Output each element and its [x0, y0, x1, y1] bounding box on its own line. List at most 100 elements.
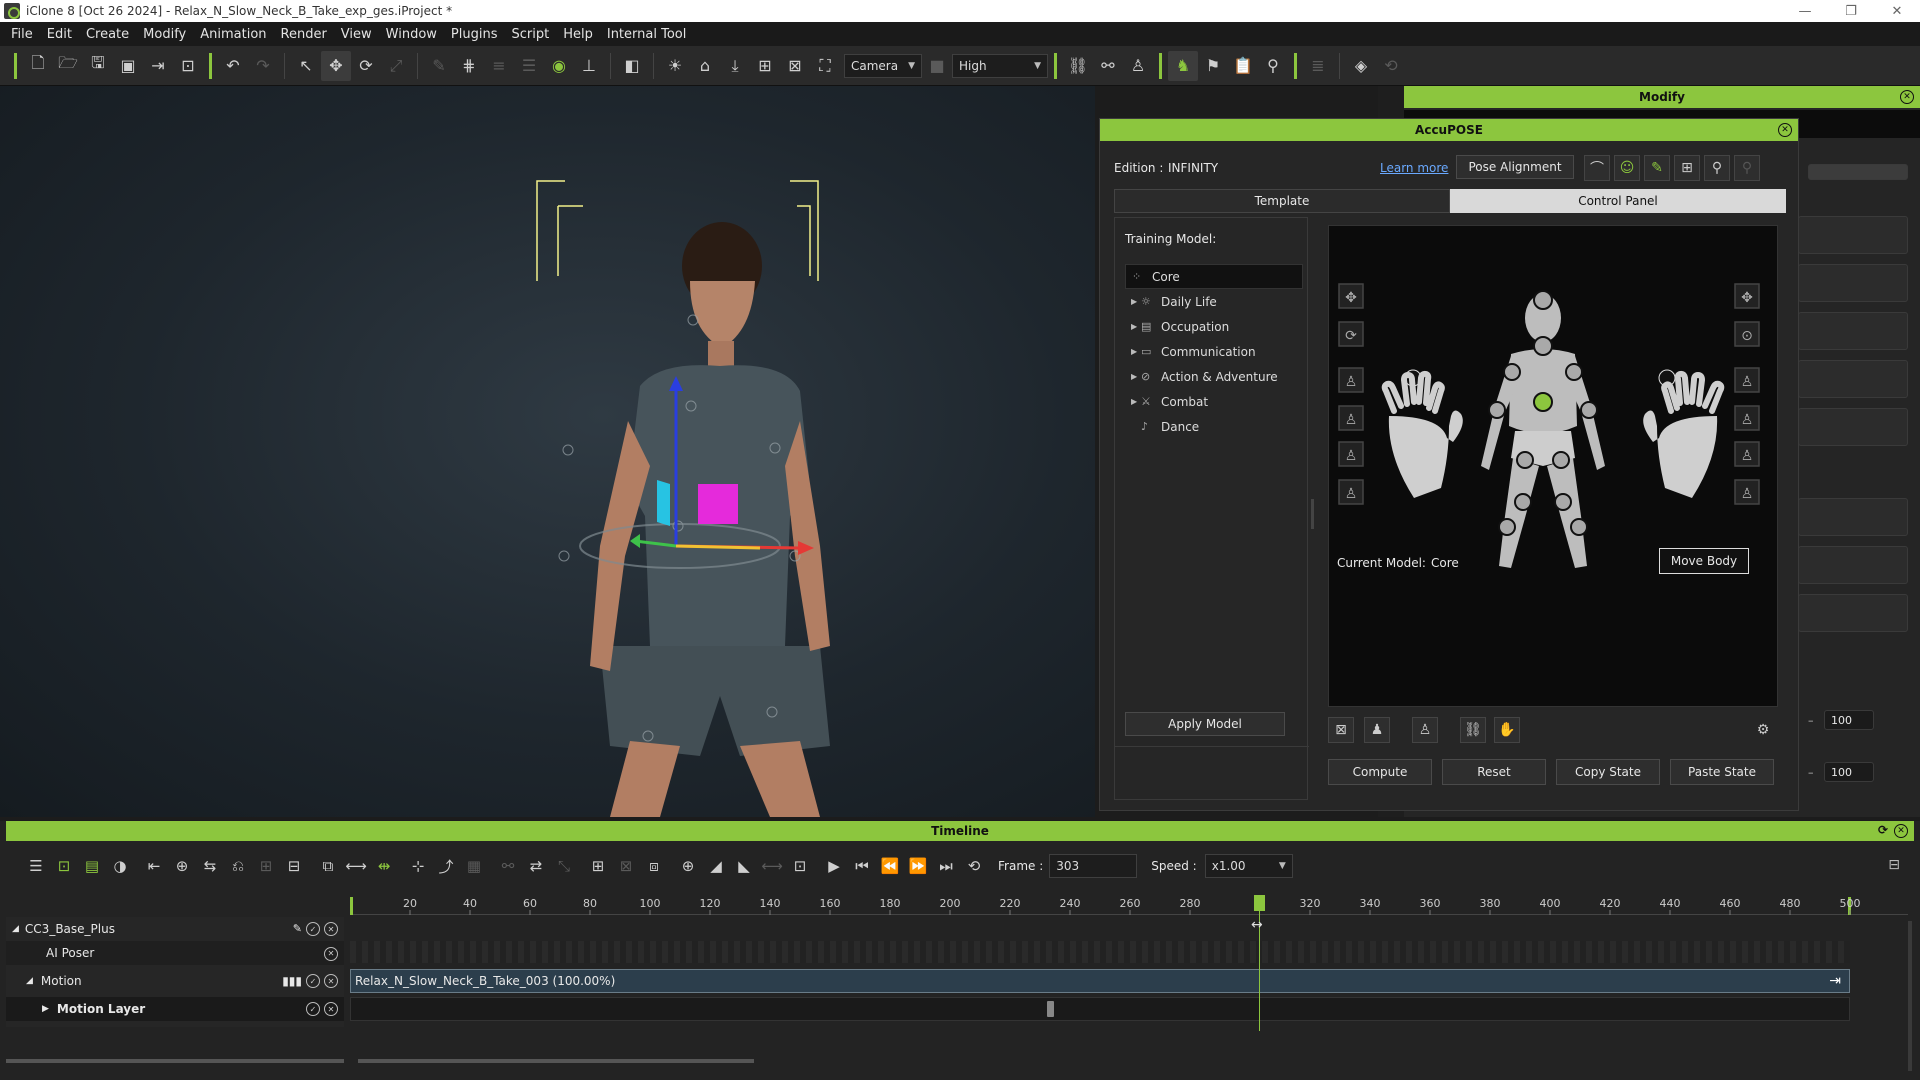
range-start-marker[interactable] — [350, 897, 353, 915]
puppet-icon[interactable]: ⚲ — [1258, 51, 1288, 81]
zoom-extent-icon[interactable]: ⛶ — [810, 51, 840, 81]
joint-left-elbow[interactable] — [1488, 401, 1506, 419]
menu-render[interactable]: Render — [274, 27, 334, 42]
menu-script[interactable]: Script — [505, 27, 557, 42]
modify-field[interactable] — [1798, 498, 1908, 536]
track-motion-layer[interactable]: ▶ Motion Layer ✓ ✕ — [6, 997, 344, 1021]
refresh-icon[interactable]: ⟲ — [1376, 51, 1406, 81]
open-folder-icon[interactable]: 🗁 — [53, 51, 83, 81]
key-options-icon[interactable]: ⎌ — [224, 851, 252, 881]
clip-resize-icon[interactable]: ⇥ — [1829, 973, 1841, 989]
pose-alignment-button[interactable]: Pose Alignment — [1456, 155, 1574, 179]
pin-figure-icon[interactable]: ♟ — [1364, 717, 1390, 743]
add-key-icon[interactable]: ⊕ — [168, 851, 196, 881]
spin-input-2[interactable]: 100 — [1824, 762, 1874, 782]
spin-input-1[interactable]: 100 — [1824, 710, 1874, 730]
clip-box-icon[interactable]: ⧉ — [314, 851, 342, 881]
close-icon[interactable]: ✕ — [1900, 90, 1914, 104]
eye-icon[interactable]: ◉ — [544, 51, 574, 81]
close-icon[interactable]: ✕ — [1894, 824, 1908, 838]
play-icon[interactable]: ▶ — [820, 851, 848, 881]
standing-figure-icon[interactable]: ♙ — [1412, 717, 1438, 743]
tree-item-action-adventure[interactable]: ▶ ⊘ Action & Adventure — [1125, 364, 1303, 389]
joint-left-knee[interactable] — [1514, 493, 1532, 511]
track-list-icon[interactable]: ☰ — [22, 851, 50, 881]
expand-arrow-icon[interactable]: ▶ — [1131, 347, 1141, 356]
timeline-ruler[interactable]: 20 40 60 80 100 120 140 160 180 200 220 240 260 280 32… — [350, 895, 1908, 915]
curve-editor-icon[interactable]: ⊹ — [404, 851, 432, 881]
joint-left-ankle[interactable] — [1498, 518, 1516, 536]
modify-field[interactable] — [1798, 360, 1908, 398]
menu-help[interactable]: Help — [556, 27, 600, 42]
clipboard-icon[interactable]: 📋 — [1228, 51, 1258, 81]
snap-icon[interactable]: ⋕ — [454, 51, 484, 81]
tree-item-communication[interactable]: ▶ ▭ Communication — [1125, 339, 1303, 364]
go-start-icon[interactable]: ⏮ — [848, 851, 876, 881]
clip-range-icon[interactable]: ⟷ — [342, 851, 370, 881]
expand-arrow-icon[interactable]: ▶ — [1131, 297, 1141, 306]
modify-field[interactable] — [1808, 164, 1908, 180]
hand-grab-icon[interactable]: ✋ — [1494, 717, 1520, 743]
maximize-button[interactable]: ❐ — [1828, 0, 1874, 22]
drop-to-floor-icon[interactable]: ⤓ — [720, 51, 750, 81]
rotate-icon[interactable]: ⟳ — [351, 51, 381, 81]
settings-gear-icon[interactable]: ⚙ — [1750, 717, 1776, 743]
pose-figure-icon[interactable]: ⚲ — [1704, 155, 1730, 181]
character-icon[interactable]: ♙ — [1123, 51, 1153, 81]
light-icon[interactable]: ☀ — [660, 51, 690, 81]
close-icon[interactable]: ✕ — [1778, 123, 1792, 137]
person-circle-icon[interactable]: ☺ — [1614, 155, 1640, 181]
ik-icon[interactable]: ⛓ — [1063, 51, 1093, 81]
joint-head[interactable] — [1533, 290, 1553, 310]
menu-file[interactable]: File — [4, 27, 40, 42]
joint-chest[interactable] — [1533, 336, 1553, 356]
modify-field[interactable] — [1798, 546, 1908, 584]
expand-arrow-icon[interactable]: ▶ — [1131, 372, 1141, 381]
track-object[interactable]: ◢ CC3_Base_Plus ✎ ✓ ✕ — [6, 917, 344, 941]
menu-view[interactable]: View — [334, 27, 379, 42]
frame-selected-icon[interactable]: ⊞ — [750, 51, 780, 81]
pen-icon[interactable]: ✎ — [1644, 155, 1670, 181]
pivot-icon[interactable]: ⊥ — [574, 51, 604, 81]
splitter-handle[interactable] — [1311, 499, 1314, 529]
right-hand-icon[interactable] — [1643, 370, 1725, 498]
curve-icon[interactable]: ⌒ — [1584, 155, 1610, 181]
reset-button[interactable]: Reset — [1442, 759, 1546, 785]
script-icon[interactable]: ≣ — [1303, 51, 1333, 81]
go-end-icon[interactable]: ⏭ — [932, 851, 960, 881]
minimize-button[interactable]: — — [1782, 0, 1828, 22]
check-icon[interactable]: ✓ — [306, 922, 320, 936]
symmetry-icon[interactable]: ⊠ — [1328, 717, 1354, 743]
copy-state-button[interactable]: Copy State — [1556, 759, 1660, 785]
delete-frame-icon[interactable]: ⊠ — [612, 851, 640, 881]
3d-viewport[interactable] — [0, 86, 1095, 817]
pose-figure-disabled-icon[interactable]: ⚲ — [1734, 155, 1760, 181]
joint-left-shoulder[interactable] — [1503, 363, 1521, 381]
joint-left-hip[interactable] — [1516, 451, 1534, 469]
tree-item-daily-life[interactable]: ▶ ☼ Daily Life — [1125, 289, 1303, 314]
close-icon[interactable]: ✕ — [324, 1002, 338, 1016]
clip-trim-icon[interactable]: ⇹ — [370, 851, 398, 881]
key-filter-icon[interactable]: ⊡ — [50, 851, 78, 881]
fit-disabled-icon[interactable]: ⟷ — [758, 851, 786, 881]
tab-control-panel[interactable]: Control Panel — [1450, 189, 1786, 213]
expand-arrow-icon[interactable]: ▶ — [42, 1004, 49, 1014]
next-frame-icon[interactable]: ⏩ — [904, 851, 932, 881]
close-button[interactable]: ✕ — [1874, 0, 1920, 22]
close-icon[interactable]: ✕ — [324, 922, 338, 936]
modify-field[interactable] — [1798, 216, 1908, 254]
undo-icon[interactable]: ↶ — [218, 51, 248, 81]
redo-icon[interactable]: ↷ — [248, 51, 278, 81]
playhead[interactable]: ↔ — [1251, 895, 1265, 1031]
layer-icon[interactable]: ▤ — [78, 851, 106, 881]
compute-button[interactable]: Compute — [1328, 759, 1432, 785]
modify-field[interactable] — [1798, 312, 1908, 350]
check-icon[interactable]: ✓ — [306, 1002, 320, 1016]
left-hand-icon[interactable] — [1381, 370, 1463, 498]
track-header-scrollbar[interactable] — [6, 1059, 344, 1063]
timeline-options-icon[interactable]: ⊟ — [1888, 857, 1900, 873]
link-icon[interactable]: ⛓ — [1460, 717, 1486, 743]
split-icon[interactable]: ⧈ — [640, 851, 668, 881]
key-disabled-icon[interactable]: ⊞ — [252, 851, 280, 881]
motion-layer-lane[interactable] — [350, 997, 1850, 1021]
